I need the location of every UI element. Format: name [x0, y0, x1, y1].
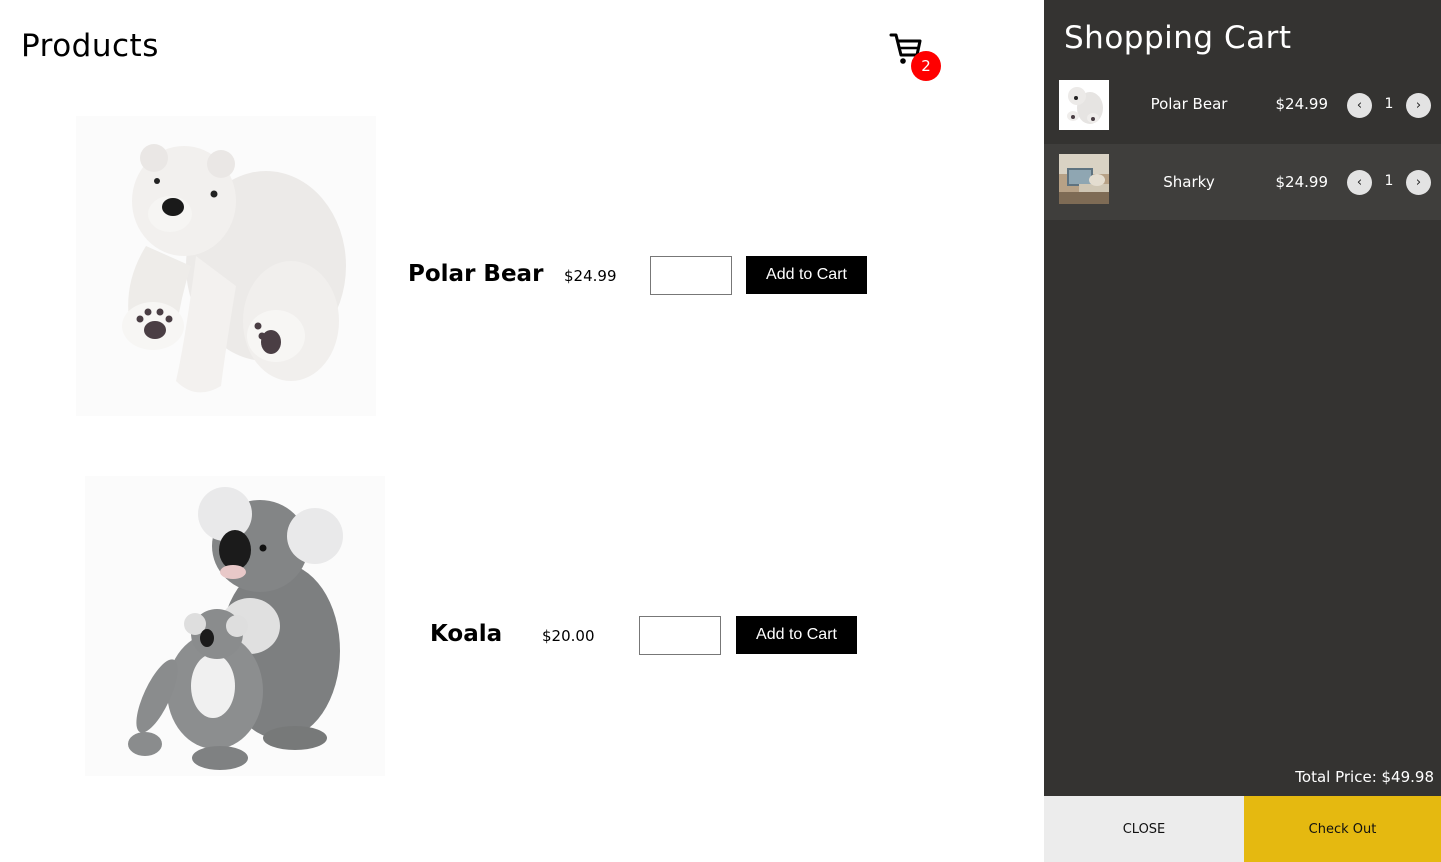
chevron-right-icon: ›: [1415, 98, 1422, 113]
shopping-cart-panel: Shopping Cart Polar Bear $24.99 ‹ 1 › Sh: [1044, 0, 1441, 862]
cart-item-name: Polar Bear: [1150, 95, 1228, 113]
polar-bear-image: [76, 116, 376, 416]
cart-item: Polar Bear $24.99 ‹ 1 ›: [1044, 66, 1441, 142]
product-name: Polar Bear: [408, 261, 544, 287]
decrease-quantity-button[interactable]: ‹: [1347, 93, 1372, 118]
chevron-left-icon: ‹: [1356, 98, 1363, 113]
product-name: Koala: [430, 621, 503, 647]
increase-quantity-button[interactable]: ›: [1406, 93, 1431, 118]
quantity-input[interactable]: [639, 616, 721, 655]
polar-bear-thumbnail: [1059, 80, 1109, 130]
chevron-left-icon: ‹: [1356, 175, 1363, 190]
quantity-input[interactable]: [650, 256, 732, 295]
sharky-thumbnail: [1059, 154, 1109, 204]
koala-image: [85, 476, 385, 776]
chevron-right-icon: ›: [1415, 175, 1422, 190]
product-price: $20.00: [542, 627, 595, 645]
checkout-button[interactable]: Check Out: [1244, 796, 1441, 862]
close-cart-button[interactable]: CLOSE: [1044, 796, 1244, 862]
cart-item-price: $24.99: [1275, 173, 1329, 191]
decrease-quantity-button[interactable]: ‹: [1347, 170, 1372, 195]
page-title: Products: [21, 28, 159, 64]
cart-item: Sharky $24.99 ‹ 1 ›: [1044, 144, 1441, 220]
increase-quantity-button[interactable]: ›: [1406, 170, 1431, 195]
add-to-cart-button[interactable]: Add to Cart: [746, 256, 867, 294]
cart-total-price: Total Price: $49.98: [1295, 768, 1434, 786]
cart-title: Shopping Cart: [1064, 20, 1292, 56]
cart-item-quantity: 1: [1384, 173, 1394, 189]
product-price: $24.99: [564, 267, 617, 285]
cart-item-price: $24.99: [1275, 95, 1329, 113]
add-to-cart-button[interactable]: Add to Cart: [736, 616, 857, 654]
cart-count-badge[interactable]: 2: [911, 51, 941, 81]
cart-item-quantity: 1: [1384, 96, 1394, 112]
cart-item-name: Sharky: [1163, 173, 1215, 191]
